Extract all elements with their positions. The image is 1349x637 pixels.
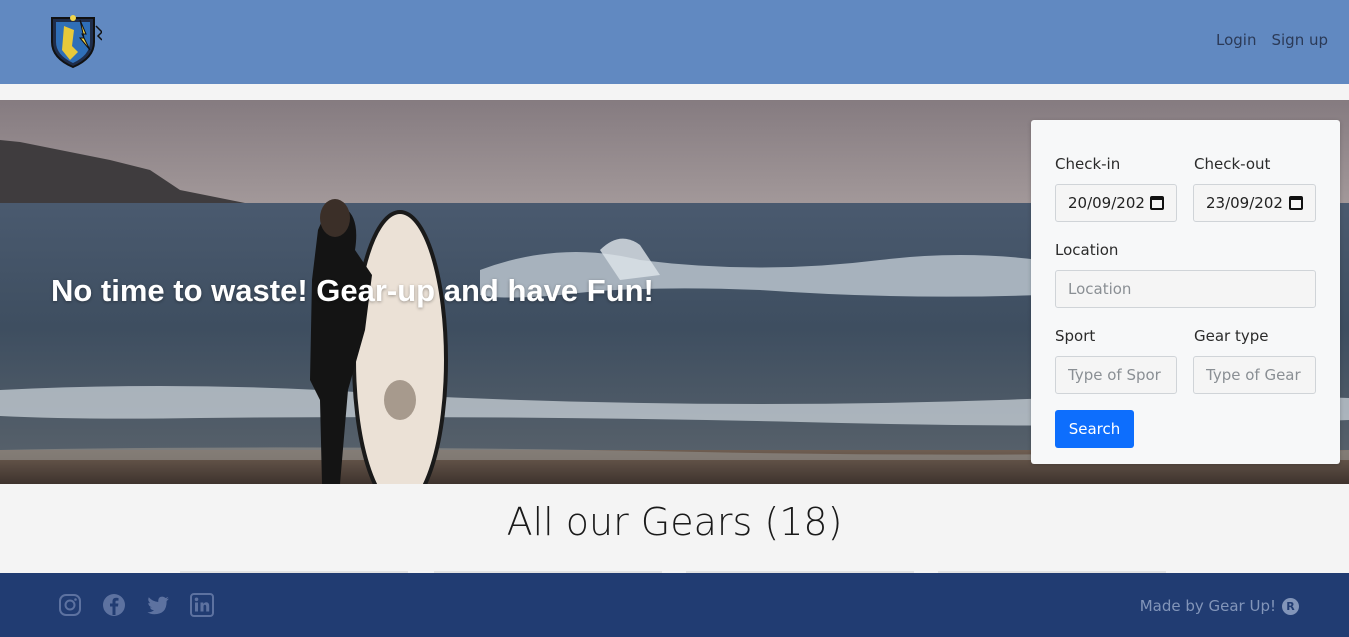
checkin-label: Check-in [1055,155,1121,173]
logo-icon[interactable] [44,12,102,70]
calendar-icon[interactable] [1150,196,1164,210]
search-form-card: Check-in Check-out 20/09/202 23/09/202 L… [1031,120,1340,464]
gears-section-title: All our Gears (18) [506,500,843,544]
location-placeholder: Location [1068,280,1132,298]
registered-icon: R [1282,597,1299,615]
gear-type-input[interactable]: Type of Gear [1193,356,1316,394]
footer-credit: Made by Gear Up! R [1140,597,1299,615]
navbar: Login Sign up [0,0,1349,84]
signup-link[interactable]: Sign up [1271,31,1328,49]
gear-type-label: Gear type [1194,327,1269,345]
location-input[interactable]: Location [1055,270,1316,308]
calendar-icon[interactable] [1289,196,1303,210]
checkin-date-input[interactable]: 20/09/202 [1055,184,1177,222]
checkin-date-value: 20/09/202 [1068,194,1145,212]
social-links [58,593,214,617]
linkedin-icon[interactable] [190,593,214,617]
sport-input[interactable]: Type of Spor [1055,356,1177,394]
footer: Made by Gear Up! R [0,573,1349,637]
facebook-icon[interactable] [102,593,126,617]
checkout-date-value: 23/09/202 [1206,194,1283,212]
twitter-icon[interactable] [146,593,170,617]
instagram-icon[interactable] [58,593,82,617]
login-link[interactable]: Login [1216,31,1256,49]
search-button[interactable]: Search [1055,410,1134,448]
credit-text: Made by Gear Up! [1139,597,1276,615]
sport-label: Sport [1055,327,1096,345]
sport-placeholder: Type of Spor [1068,366,1161,384]
checkout-date-input[interactable]: 23/09/202 [1193,184,1316,222]
gear-type-placeholder: Type of Gear [1206,366,1301,384]
hero-tagline: No time to waste! Gear-up and have Fun! [51,273,654,308]
checkout-label: Check-out [1194,155,1271,173]
location-label: Location [1055,241,1119,259]
